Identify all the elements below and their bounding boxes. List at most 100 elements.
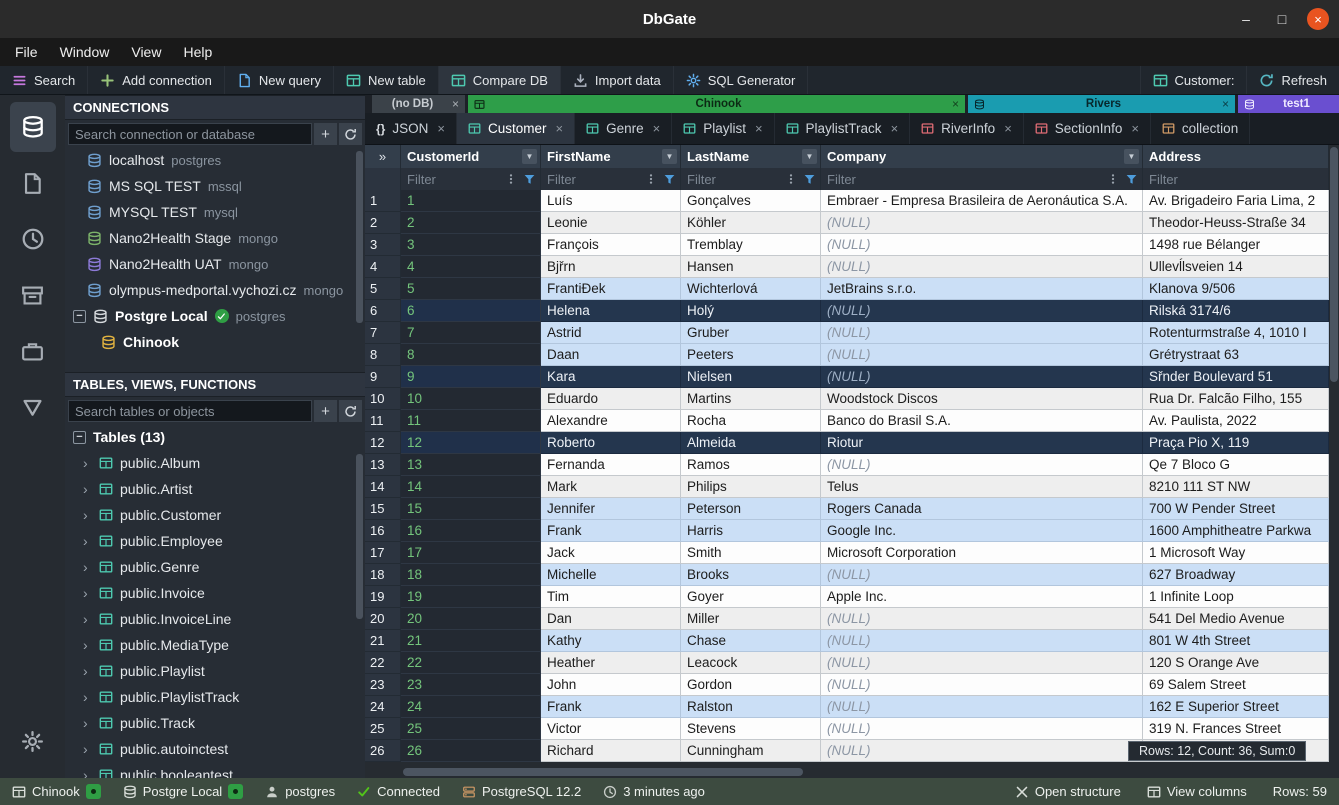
cell-company[interactable]: (NULL) xyxy=(821,674,1143,696)
cell-customerid[interactable]: 11 xyxy=(401,410,541,432)
filter-input-company[interactable]: Filter xyxy=(821,168,1143,190)
grid-vertical-scrollbar[interactable] xyxy=(1329,145,1339,766)
expand-columns-button[interactable]: » xyxy=(365,145,401,168)
row-number[interactable]: 18 xyxy=(365,564,401,586)
chevron-right-icon[interactable]: › xyxy=(83,507,92,523)
cell-lastname[interactable]: Nielsen xyxy=(681,366,821,388)
toolbar-customer[interactable]: Customer: xyxy=(1140,66,1247,94)
cell-firstname[interactable]: Daan xyxy=(541,344,681,366)
cell-customerid[interactable]: 8 xyxy=(401,344,541,366)
cell-lastname[interactable]: Hansen xyxy=(681,256,821,278)
cell-lastname[interactable]: Almeida xyxy=(681,432,821,454)
close-icon[interactable]: × xyxy=(653,121,661,136)
cell-address[interactable]: Av. Brigadeiro Faria Lima, 2 xyxy=(1143,190,1329,212)
chevron-right-icon[interactable]: › xyxy=(83,455,92,471)
cell-company[interactable]: (NULL) xyxy=(821,366,1143,388)
cell-firstname[interactable]: Kara xyxy=(541,366,681,388)
scrollbar-thumb[interactable] xyxy=(403,768,803,776)
cell-firstname[interactable]: FrantiĐek xyxy=(541,278,681,300)
cell-customerid[interactable]: 1 xyxy=(401,190,541,212)
cell-lastname[interactable]: Chase xyxy=(681,630,821,652)
cell-customerid[interactable]: 5 xyxy=(401,278,541,300)
connections-scrollbar[interactable] xyxy=(356,151,363,323)
cell-company[interactable]: Banco do Brasil S.A. xyxy=(821,410,1143,432)
cell-company[interactable]: Woodstock Discos xyxy=(821,388,1143,410)
sidebar-query-designer-button[interactable] xyxy=(10,382,56,432)
cell-address[interactable]: Sřnder Boulevard 51 xyxy=(1143,366,1329,388)
toolbar-compare-db[interactable]: Compare DB xyxy=(439,66,561,94)
row-number[interactable]: 17 xyxy=(365,542,401,564)
filter-input-address[interactable]: Filter xyxy=(1143,168,1329,190)
cell-customerid[interactable]: 20 xyxy=(401,608,541,630)
cell-address[interactable]: 120 S Orange Ave xyxy=(1143,652,1329,674)
close-icon[interactable]: × xyxy=(555,121,563,136)
add-object-button[interactable]: + xyxy=(314,400,337,422)
cell-firstname[interactable]: Victor xyxy=(541,718,681,740)
row-number[interactable]: 11 xyxy=(365,410,401,432)
row-number[interactable]: 10 xyxy=(365,388,401,410)
toolbar-add-connection[interactable]: Add connection xyxy=(88,66,225,94)
row-number[interactable]: 1 xyxy=(365,190,401,212)
cell-address[interactable]: Klanova 9/506 xyxy=(1143,278,1329,300)
row-number[interactable]: 20 xyxy=(365,608,401,630)
chevron-right-icon[interactable]: › xyxy=(83,767,92,778)
status-postgresql-12-2[interactable]: PostgreSQL 12.2 xyxy=(462,784,581,799)
cell-company[interactable]: (NULL) xyxy=(821,740,1143,762)
row-number[interactable]: 4 xyxy=(365,256,401,278)
status-connected[interactable]: Connected xyxy=(357,784,440,799)
connection-item-olympus-medportal-vychozi-cz[interactable]: olympus-medportal.vychozi.czmongo xyxy=(65,277,365,303)
table-item-public-invoice[interactable]: ›public.Invoice xyxy=(65,580,365,606)
row-number[interactable]: 22 xyxy=(365,652,401,674)
cell-customerid[interactable]: 10 xyxy=(401,388,541,410)
cell-address[interactable]: Qe 7 Bloco G xyxy=(1143,454,1329,476)
column-header-customerid[interactable]: CustomerId▼ xyxy=(401,145,541,168)
cell-customerid[interactable]: 13 xyxy=(401,454,541,476)
cell-company[interactable]: Riotur xyxy=(821,432,1143,454)
cell-address[interactable]: Rotenturmstraße 4, 1010 I xyxy=(1143,322,1329,344)
column-header-firstname[interactable]: FirstName▼ xyxy=(541,145,681,168)
cell-firstname[interactable]: Alexandre xyxy=(541,410,681,432)
tables-group[interactable]: −Tables (13) xyxy=(65,424,365,450)
refresh-tables-button[interactable] xyxy=(339,400,362,422)
cell-company[interactable]: (NULL) xyxy=(821,630,1143,652)
cell-company[interactable]: Embraer - Empresa Brasileira de Aeronáut… xyxy=(821,190,1143,212)
cell-lastname[interactable]: Leacock xyxy=(681,652,821,674)
cell-customerid[interactable]: 14 xyxy=(401,476,541,498)
row-number[interactable]: 15 xyxy=(365,498,401,520)
chevron-right-icon[interactable]: › xyxy=(83,741,92,757)
tables-scrollbar[interactable] xyxy=(356,454,363,619)
toolbar-refresh[interactable]: Refresh xyxy=(1246,66,1339,94)
connection-search-input[interactable]: Search connection or database xyxy=(68,123,312,145)
cell-lastname[interactable]: Peeters xyxy=(681,344,821,366)
table-item-public-album[interactable]: ›public.Album xyxy=(65,450,365,476)
connection-item-ms-sql-test[interactable]: MS SQL TESTmssql xyxy=(65,173,365,199)
cell-firstname[interactable]: Mark xyxy=(541,476,681,498)
cell-customerid[interactable]: 23 xyxy=(401,674,541,696)
cell-company[interactable]: (NULL) xyxy=(821,652,1143,674)
chevron-right-icon[interactable]: › xyxy=(83,663,92,679)
close-button[interactable]: × xyxy=(1307,8,1329,30)
table-item-public-autoinctest[interactable]: ›public.autoinctest xyxy=(65,736,365,762)
toolbar-search[interactable]: Search xyxy=(0,66,88,94)
table-item-public-invoiceline[interactable]: ›public.InvoiceLine xyxy=(65,606,365,632)
row-number[interactable]: 5 xyxy=(365,278,401,300)
cell-lastname[interactable]: Gonçalves xyxy=(681,190,821,212)
cell-address[interactable]: 801 W 4th Street xyxy=(1143,630,1329,652)
cell-customerid[interactable]: 12 xyxy=(401,432,541,454)
cell-lastname[interactable]: Goyer xyxy=(681,586,821,608)
kebab-menu-icon[interactable] xyxy=(782,171,799,188)
chevron-right-icon[interactable]: › xyxy=(83,689,92,705)
row-number[interactable]: 9 xyxy=(365,366,401,388)
cell-customerid[interactable]: 18 xyxy=(401,564,541,586)
menu-window[interactable]: Window xyxy=(49,44,121,60)
row-number[interactable]: 3 xyxy=(365,234,401,256)
cell-company[interactable]: (NULL) xyxy=(821,564,1143,586)
cell-customerid[interactable]: 16 xyxy=(401,520,541,542)
cell-company[interactable]: (NULL) xyxy=(821,344,1143,366)
row-number[interactable]: 7 xyxy=(365,322,401,344)
collapse-icon[interactable]: − xyxy=(73,431,86,444)
connections-panel-header[interactable]: CONNECTIONS xyxy=(65,95,365,120)
table-item-public-playlisttrack[interactable]: ›public.PlaylistTrack xyxy=(65,684,365,710)
status-view-columns[interactable]: View columns xyxy=(1147,784,1247,799)
close-icon[interactable]: × xyxy=(1131,121,1139,136)
